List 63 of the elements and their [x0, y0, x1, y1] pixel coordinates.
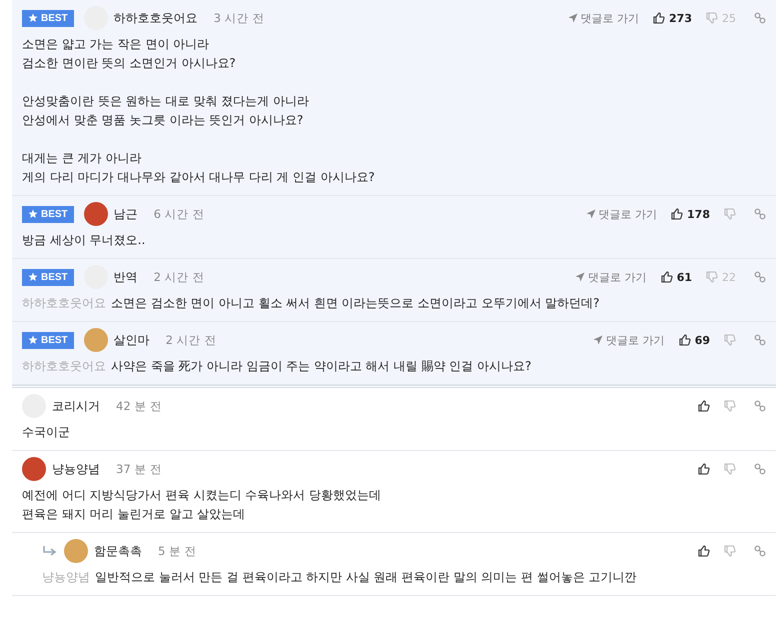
- author-name[interactable]: 반역: [114, 268, 138, 286]
- thumbs-down-icon: [706, 271, 718, 283]
- thumbs-down-icon: [724, 545, 736, 557]
- best-badge: BEST: [22, 10, 74, 26]
- link-icon[interactable]: [754, 208, 766, 220]
- comment-time: 5 분 전: [158, 544, 197, 558]
- star-icon: [28, 13, 38, 23]
- thumbs-up-icon: [678, 334, 691, 346]
- best-badge: BEST: [22, 206, 74, 222]
- star-icon: [28, 272, 38, 282]
- like-button[interactable]: 69: [678, 334, 710, 346]
- comment-time: 2 시간 전: [154, 270, 204, 284]
- comment-text: 수국이군: [22, 424, 71, 441]
- send-arrow-icon: [593, 335, 604, 345]
- comment-time: 42 분 전: [116, 398, 162, 414]
- send-arrow-icon: [575, 272, 586, 282]
- comment-text: 하하호호웃어요 소면은 검소한 면이 아니고 횔소 써서 흰면 이라는뜻으로 소면이라고 오뚜기에서 말하던데?: [22, 295, 601, 312]
- thumbs-down-icon: [724, 400, 736, 412]
- comment-text: 예전에 어디 지방식당가서 편육 시켰는디 수육나와서 당황했었는데 편육은 돼지 머리 눌린거로 알고 살았는데: [22, 487, 382, 523]
- thumbs-up-icon: [660, 271, 673, 283]
- comment-time: 3 시간 전: [214, 10, 264, 26]
- author-name[interactable]: 코리시거: [52, 398, 100, 414]
- author-name[interactable]: 남근: [114, 206, 138, 222]
- thumbs-up-icon: [671, 208, 684, 220]
- link-icon[interactable]: [754, 400, 766, 412]
- author-name[interactable]: 살인마: [114, 332, 150, 348]
- link-icon[interactable]: [754, 463, 766, 475]
- comment-text: 소면은 얇고 가는 작은 면이 아니라 검소한 면이란 뜻의 소면인거 아시나요? 안성맞춤이란 뜻은 원하는 대로 맞춰 졌다는게 아니라 안성에서 맞춘 명품 놋그릇 이라는 뜻인거 아시나요? 대게는 큰 게가 아니라 게의 다리 마디가 대나무와 같아서 대나무 다리 게 인걸 아시나요?: [22, 36, 376, 186]
- like-button[interactable]: 273: [653, 12, 692, 24]
- author-name[interactable]: 하하호호웃어요: [114, 10, 198, 26]
- thumbs-down-icon: [706, 12, 718, 24]
- like-button[interactable]: 178: [671, 208, 710, 220]
- comment-time: 37 분 전: [116, 462, 162, 476]
- reply-arrow-icon: [42, 545, 58, 557]
- author-name[interactable]: 냥뇽양념: [52, 460, 100, 478]
- comment-text: 하하호호웃어요 사약은 죽을 死가 아니라 임금이 주는 약이라고 해서 내릴 賜약 인걸 아시나요?: [22, 358, 532, 375]
- star-icon: [28, 335, 38, 345]
- thumbs-down-icon: [724, 208, 736, 220]
- go-to-reply-link[interactable]: 댓글로 가기: [586, 206, 658, 222]
- go-to-reply-link[interactable]: 댓글로 가기: [575, 270, 647, 284]
- best-badge: BEST: [22, 268, 74, 286]
- link-icon[interactable]: [754, 545, 766, 557]
- comment-time: 2 시간 전: [166, 332, 216, 348]
- send-arrow-icon: [568, 13, 578, 23]
- comment-text: 냥뇽양념 일반적으로 눌러서 만든 걸 편육이라고 하지만 사실 원래 편육이란 말의 의미는 편 썰어놓은 고기니깐: [42, 569, 638, 586]
- send-arrow-icon: [586, 209, 596, 219]
- like-button[interactable]: 61: [660, 270, 692, 284]
- link-icon[interactable]: [754, 334, 766, 346]
- thumbs-down-icon: [724, 463, 736, 475]
- thumbs-down-icon: [724, 334, 736, 346]
- link-icon[interactable]: [754, 12, 766, 24]
- thumbs-up-icon: [698, 463, 710, 475]
- thumbs-up-icon: [698, 545, 710, 557]
- go-to-reply-link[interactable]: 댓글로 가기: [568, 10, 640, 26]
- comment-time: 6 시간 전: [154, 206, 204, 222]
- go-to-reply-link[interactable]: 댓글로 가기: [593, 332, 665, 348]
- thumbs-up-icon: [698, 400, 710, 412]
- comment-text: 방금 세상이 무너졌오..: [22, 232, 146, 249]
- thumbs-up-icon: [653, 12, 666, 24]
- author-name[interactable]: 함문촉촉: [94, 542, 142, 560]
- best-badge: BEST: [22, 332, 74, 348]
- star-icon: [28, 209, 38, 219]
- link-icon[interactable]: [754, 271, 766, 283]
